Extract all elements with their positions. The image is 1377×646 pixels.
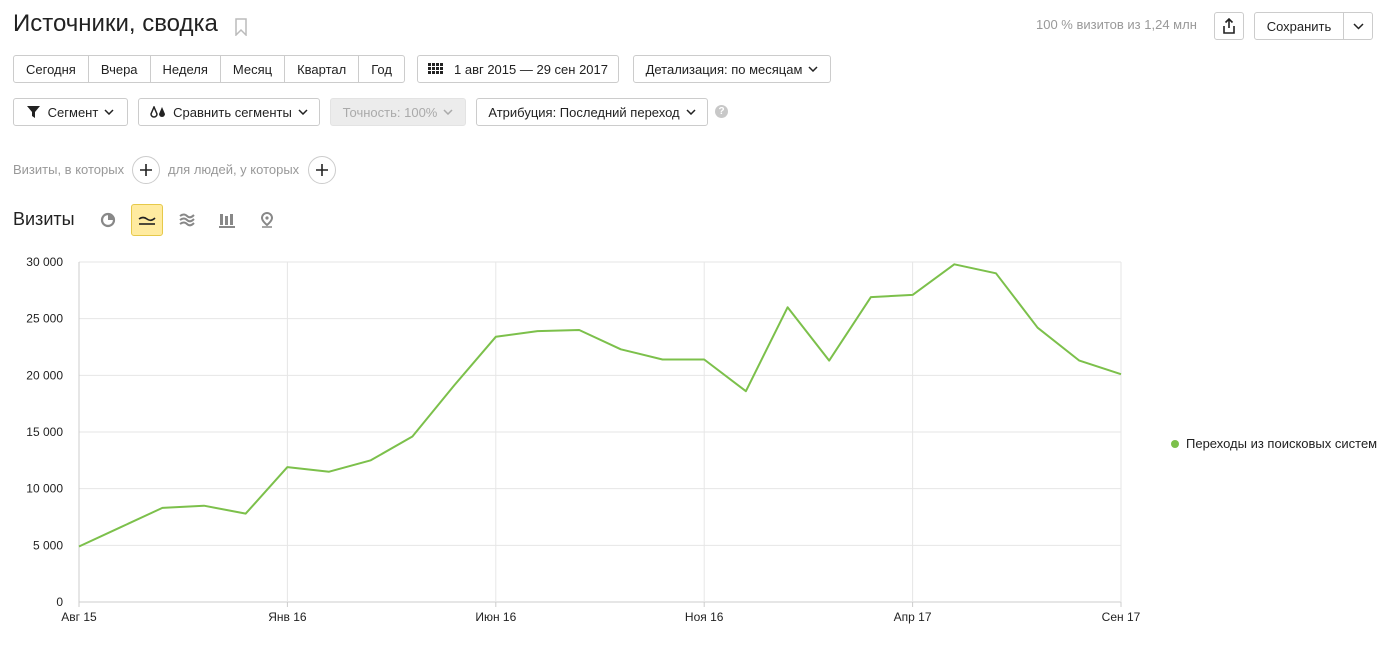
date-range-button[interactable]: 1 авг 2015 — 29 сен 2017	[417, 55, 619, 83]
save-label: Сохранить	[1266, 18, 1332, 34]
compare-segments-dropdown[interactable]: Сравнить сегменты	[138, 98, 320, 126]
chevron-down-icon	[808, 66, 818, 72]
chevron-down-icon	[104, 109, 114, 115]
x-tick-label: Июн 16	[475, 610, 516, 624]
add-people-condition-button[interactable]	[308, 156, 336, 184]
bar-chart-tab[interactable]	[211, 204, 243, 236]
chevron-down-icon	[443, 109, 453, 115]
metric-title: Визиты	[13, 209, 75, 229]
visits-line-chart: 30 000 25 000 20 000 15 000 10 000 5 000 0Авг …	[26, 255, 1141, 624]
stacked-area-icon	[179, 213, 195, 227]
save-options-button[interactable]	[1343, 12, 1373, 40]
y-tick-label: 10 000	[26, 482, 63, 496]
date-range-label: 1 авг 2015 — 29 сен 2017	[454, 61, 608, 77]
line-chart-tab[interactable]	[131, 204, 163, 236]
chart-legend[interactable]: Переходы из поисковых систем	[1171, 436, 1377, 451]
compare-segments-icon	[150, 105, 166, 118]
period-selector: Сегодня Вчера Неделя Месяц Квартал Год	[13, 55, 405, 83]
x-tick-label: Сен 17	[1102, 610, 1141, 624]
bar-chart-icon	[219, 213, 235, 228]
x-tick-label: Апр 17	[894, 610, 932, 624]
period-today[interactable]: Сегодня	[14, 56, 89, 82]
detail-label: Детализация: по месяцам	[645, 61, 803, 77]
page-title: Источники, сводка	[13, 10, 218, 37]
visits-filter-label: Визиты, в которых	[13, 162, 125, 177]
y-tick-label: 25 000	[26, 312, 63, 326]
x-tick-label: Ноя 16	[685, 610, 724, 624]
accuracy-label: Точность: 100%	[342, 104, 438, 120]
period-quarter[interactable]: Квартал	[285, 56, 360, 82]
attribution-label: Атрибуция: Последний переход	[488, 104, 680, 120]
y-tick-label: 20 000	[26, 368, 63, 382]
plus-icon	[140, 164, 152, 176]
bookmark-icon[interactable]	[234, 18, 248, 36]
help-icon[interactable]: ?	[715, 105, 728, 118]
period-yesterday[interactable]: Вчера	[89, 56, 151, 82]
map-pin-icon	[260, 212, 274, 228]
accuracy-dropdown: Точность: 100%	[330, 98, 466, 126]
period-month[interactable]: Месяц	[221, 56, 286, 82]
y-tick-label: 0	[56, 595, 63, 609]
filter-icon	[26, 106, 40, 118]
y-tick-label: 15 000	[26, 425, 63, 439]
line-chart-icon	[138, 216, 156, 225]
share-button[interactable]	[1214, 12, 1244, 40]
x-tick-label: Янв 16	[268, 610, 307, 624]
share-icon	[1223, 18, 1235, 34]
map-tab[interactable]	[251, 204, 283, 236]
people-filter-label: для людей, у которых	[168, 162, 300, 177]
stacked-area-tab[interactable]	[171, 204, 203, 236]
calendar-icon	[428, 63, 443, 74]
visits-share-info: 100 % визитов из 1,24 млн	[1036, 17, 1197, 32]
segment-dropdown[interactable]: Сегмент	[13, 98, 128, 126]
attribution-dropdown[interactable]: Атрибуция: Последний переход	[476, 98, 708, 126]
save-button[interactable]: Сохранить	[1254, 12, 1344, 40]
legend-dot	[1171, 439, 1179, 448]
y-tick-label: 5 000	[33, 538, 63, 552]
chevron-down-icon	[686, 109, 696, 115]
period-week[interactable]: Неделя	[151, 56, 221, 82]
legend-series-label: Переходы из поисковых систем	[1186, 436, 1377, 451]
detail-dropdown[interactable]: Детализация: по месяцам	[633, 55, 831, 83]
pie-chart-icon	[100, 212, 116, 228]
period-year[interactable]: Год	[359, 56, 404, 82]
plus-icon	[316, 164, 328, 176]
pie-chart-tab[interactable]	[92, 204, 124, 236]
segment-label: Сегмент	[47, 104, 99, 120]
x-tick-label: Авг 15	[61, 610, 97, 624]
chevron-down-icon	[298, 109, 308, 115]
chevron-down-icon	[1352, 22, 1364, 30]
add-visits-condition-button[interactable]	[132, 156, 160, 184]
series-line	[78, 263, 1122, 548]
y-tick-label: 30 000	[26, 255, 63, 269]
compare-label: Сравнить сегменты	[173, 104, 292, 120]
